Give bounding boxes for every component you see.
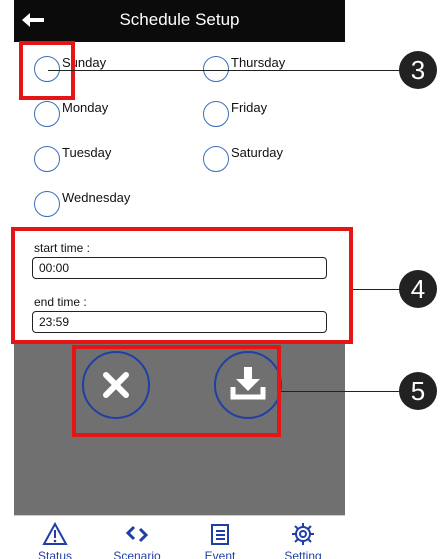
radio-saturday[interactable] (203, 146, 229, 172)
callout-5: 5 (399, 372, 437, 410)
day-label-sunday: Sunday (62, 54, 107, 70)
start-time-field[interactable] (32, 257, 327, 279)
gear-icon (292, 523, 314, 545)
callout-3: 3 (399, 51, 437, 89)
time-panel: start time : end time : (14, 227, 345, 343)
tab-setting-label: Setting (284, 549, 322, 559)
tab-event[interactable]: Event (179, 516, 261, 559)
tab-event-label: Event (204, 549, 236, 559)
radio-sunday[interactable] (34, 56, 60, 82)
callout-line-4 (353, 289, 400, 290)
link-icon (125, 525, 149, 543)
day-saturday[interactable]: Saturday (203, 144, 284, 172)
close-icon (103, 372, 129, 398)
save-button[interactable] (214, 351, 282, 419)
radio-tuesday[interactable] (34, 146, 60, 172)
day-label-monday: Monday (62, 99, 109, 115)
day-label-tuesday: Tuesday (62, 144, 112, 160)
day-label-saturday: Saturday (231, 144, 284, 160)
tab-status-label: Status (37, 549, 73, 559)
tab-bar: Status Scenario Event Setting (14, 515, 345, 559)
download-icon (230, 367, 266, 400)
end-time-field[interactable] (32, 311, 327, 333)
action-panel (14, 343, 345, 515)
callout-line-3 (48, 70, 400, 71)
callout-4: 4 (399, 270, 437, 308)
day-label-wednesday: Wednesday (62, 189, 131, 205)
tab-status[interactable]: Status (14, 516, 96, 559)
tab-scenario[interactable]: Scenario (96, 516, 178, 559)
warning-icon (42, 521, 68, 545)
day-sunday[interactable]: Sunday (34, 54, 107, 82)
cancel-button[interactable] (82, 351, 150, 419)
day-friday[interactable]: Friday (203, 99, 268, 127)
callout-line-5 (281, 391, 400, 392)
radio-wednesday[interactable] (34, 191, 60, 217)
day-monday[interactable]: Monday (34, 99, 109, 127)
day-label-thursday: Thursday (231, 54, 286, 70)
phone-screen: Schedule Setup Sunday Thursday Monday Fr… (14, 0, 345, 559)
start-time-label: start time : (34, 241, 91, 255)
radio-monday[interactable] (34, 101, 60, 127)
radio-thursday[interactable] (203, 56, 229, 82)
calendar-icon (211, 524, 229, 545)
radio-friday[interactable] (203, 101, 229, 127)
day-thursday[interactable]: Thursday (203, 54, 286, 82)
day-tuesday[interactable]: Tuesday (34, 144, 112, 172)
page-title: Schedule Setup (119, 10, 240, 29)
end-time-label: end time : (34, 295, 87, 309)
tab-setting[interactable]: Setting (262, 516, 344, 559)
day-wednesday[interactable]: Wednesday (34, 189, 131, 217)
tab-scenario-label: Scenario (113, 549, 161, 559)
day-label-friday: Friday (231, 99, 268, 115)
title-bar: Schedule Setup (14, 0, 345, 42)
